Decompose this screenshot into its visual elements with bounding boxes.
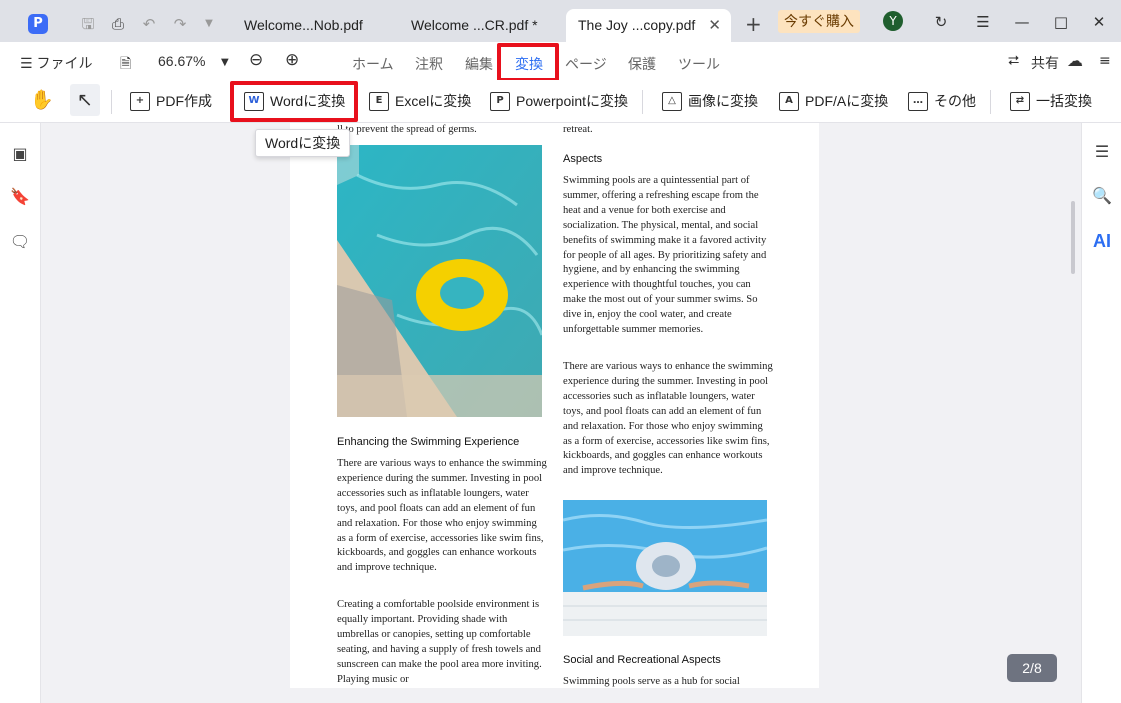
new-tab-button[interactable]: +: [745, 12, 762, 36]
ai-assistant-icon[interactable]: AI: [1091, 230, 1113, 252]
batch-convert-button[interactable]: ⇄ 一括変換: [1010, 88, 1092, 114]
tab-edit[interactable]: 編集: [465, 54, 493, 74]
convert-to-excel-button[interactable]: E Excelに変換: [369, 88, 471, 114]
batch-convert-label: 一括変換: [1036, 93, 1092, 109]
toolbar-divider: [111, 90, 112, 114]
convert-to-pdfa-label: PDF/Aに変換: [805, 93, 889, 109]
convert-to-pdfa-button[interactable]: A PDF/Aに変換: [779, 88, 888, 114]
excel-icon: E: [369, 91, 389, 111]
page-number-indicator: 2/8: [1007, 654, 1057, 682]
zoom-out-icon[interactable]: ⊖: [249, 50, 263, 70]
left-paragraph-1: There are various ways to enhance the sw…: [337, 458, 547, 574]
maximize-icon[interactable]: □: [1049, 10, 1073, 34]
app-logo-icon[interactable]: P: [28, 14, 48, 34]
bookmark-icon[interactable]: 🔖: [9, 186, 31, 208]
close-tab-icon[interactable]: ✕: [708, 9, 721, 42]
left-top-line: ll to prevent the spread of germs.: [337, 124, 477, 135]
tab-annotate[interactable]: 注釈: [415, 54, 443, 74]
other-formats-button[interactable]: … その他: [908, 88, 976, 114]
select-tool-icon[interactable]: ↖: [70, 84, 100, 116]
title-bar: P 🖫 ⎙ ↶ ↷ ▼ Welcome...Nob.pdf Welcome ..…: [0, 0, 1121, 42]
quick-access-dropdown-icon[interactable]: ▼: [198, 13, 220, 35]
image-icon: △: [662, 91, 682, 111]
properties-icon[interactable]: ☰: [1091, 141, 1113, 163]
share-icon[interactable]: ⮂: [1008, 53, 1019, 69]
right-section-heading: Aspects: [563, 153, 603, 165]
cloud-upload-icon[interactable]: ☁: [1067, 51, 1083, 70]
menu-icon[interactable]: ☰: [971, 10, 995, 34]
batch-convert-icon: ⇄: [1010, 91, 1030, 111]
share-label[interactable]: 共有: [1031, 53, 1059, 73]
other-formats-label: その他: [934, 93, 976, 109]
tab-label: Welcome ...CR.pdf *: [411, 17, 538, 33]
print-icon[interactable]: ⎙: [107, 13, 129, 35]
vertical-scrollbar[interactable]: [1071, 201, 1075, 274]
tab-document-3[interactable]: The Joy ...copy.pdf ✕: [566, 9, 731, 42]
more-icon: …: [908, 91, 928, 111]
powerpoint-icon: P: [490, 91, 510, 111]
tab-document-2[interactable]: Welcome ...CR.pdf *: [399, 9, 559, 42]
pool-float-image: [337, 145, 542, 417]
left-paragraph-2: Creating a comfortable poolside environm…: [337, 599, 542, 685]
create-pdf-label: PDF作成: [156, 93, 212, 109]
menu-bar: ☰ ファイル 🗎 66.67% ▼ ⊖ ⊕ ホーム 注釈 編集 変換 ページ 保…: [0, 42, 1121, 80]
tab-page[interactable]: ページ: [565, 54, 607, 74]
convert-toolbar: ✋ ↖ + PDF作成 W Wordに変換 E Excelに変換 P Power…: [0, 80, 1121, 123]
right-paragraph-1: Swimming pools are a quintessential part…: [563, 175, 767, 336]
tab-label: The Joy ...copy.pdf: [578, 17, 696, 33]
collapse-ribbon-icon[interactable]: ≡: [1099, 53, 1111, 69]
zoom-dropdown-icon[interactable]: ▼: [221, 57, 229, 68]
pool-swimmer-image: [563, 500, 767, 636]
tab-protect[interactable]: 保護: [628, 54, 656, 74]
page-fit-icon[interactable]: 🗎: [120, 53, 131, 77]
right-paragraph-2: There are various ways to enhance the sw…: [563, 361, 773, 477]
convert-to-powerpoint-button[interactable]: P Powerpointに変換: [490, 88, 628, 114]
right-sidebar: ☰ 🔍 AI: [1081, 123, 1121, 703]
tab-document-1[interactable]: Welcome...Nob.pdf: [232, 9, 392, 42]
convert-to-excel-label: Excelに変換: [395, 93, 472, 109]
zoom-in-icon[interactable]: ⊕: [285, 50, 299, 70]
save-icon[interactable]: 🖫: [77, 13, 99, 35]
zoom-level[interactable]: 66.67%: [158, 53, 205, 69]
search-icon[interactable]: 🔍: [1091, 185, 1113, 207]
convert-tab-highlight: [497, 43, 559, 82]
buy-now-button[interactable]: 今すぐ購入: [778, 10, 860, 33]
tab-home[interactable]: ホーム: [352, 54, 394, 74]
file-menu[interactable]: ☰ ファイル: [20, 53, 92, 73]
right-section-heading-2: Social and Recreational Aspects: [563, 654, 721, 666]
right-top-line: retreat.: [563, 124, 593, 135]
avatar[interactable]: Y: [883, 11, 903, 31]
create-pdf-icon: +: [130, 91, 150, 111]
comment-icon[interactable]: 🗨: [9, 231, 31, 253]
minimize-icon[interactable]: —: [1010, 10, 1034, 34]
document-page: ll to prevent the spread of germs. Enhan…: [290, 123, 819, 688]
tab-tools[interactable]: ツール: [678, 54, 720, 74]
refresh-icon[interactable]: ↻: [929, 10, 953, 34]
convert-to-powerpoint-label: Powerpointに変換: [516, 93, 629, 109]
hamburger-icon: ☰: [20, 56, 33, 72]
close-window-icon[interactable]: ✕: [1087, 10, 1111, 34]
tab-label: Welcome...Nob.pdf: [244, 17, 363, 33]
hand-tool-icon[interactable]: ✋: [30, 88, 54, 111]
undo-icon[interactable]: ↶: [138, 13, 160, 35]
right-paragraph-3: Swimming pools serve as a hub for social: [563, 676, 740, 687]
create-pdf-button[interactable]: + PDF作成: [130, 88, 212, 114]
left-sidebar: ▣ 🔖 🗨: [0, 123, 41, 703]
pdfa-icon: A: [779, 91, 799, 111]
file-menu-label: ファイル: [36, 55, 93, 71]
convert-to-image-label: 画像に変換: [688, 93, 758, 109]
toolbar-divider: [990, 90, 991, 114]
word-button-highlight: [230, 81, 358, 122]
redo-icon[interactable]: ↷: [169, 13, 191, 35]
left-section-heading: Enhancing the Swimming Experience: [337, 436, 520, 448]
convert-to-image-button[interactable]: △ 画像に変換: [662, 88, 758, 114]
toolbar-divider: [642, 90, 643, 114]
tooltip: Wordに変換: [255, 129, 351, 157]
thumbnail-icon[interactable]: ▣: [9, 143, 31, 165]
